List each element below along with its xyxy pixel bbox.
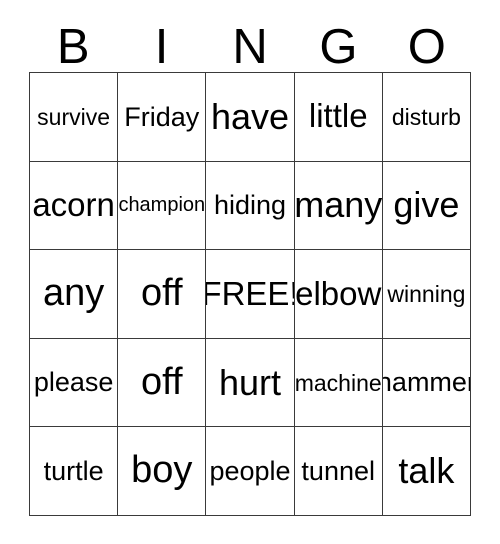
bingo-cell-label: people <box>209 456 291 486</box>
bingo-cell-label: hammer <box>383 367 470 398</box>
bingo-cell-o5[interactable]: talk <box>382 427 472 516</box>
bingo-cell-label: tunnel <box>301 456 375 486</box>
bingo-cell-g1[interactable]: little <box>294 73 383 162</box>
bingo-cell-label: any <box>42 272 105 315</box>
bingo-grid: survive Friday have little disturb acorn… <box>29 72 472 516</box>
bingo-header-letter-g: G <box>319 20 358 74</box>
bingo-card: B I N G O survive Friday have little dis… <box>0 0 500 544</box>
bingo-cell-label: turtle <box>43 456 104 486</box>
bingo-row: survive Friday have little disturb <box>30 73 472 162</box>
bingo-cell-label: off <box>141 360 183 403</box>
bingo-cell-n2[interactable]: hiding <box>206 161 295 251</box>
bingo-cell-free-space[interactable]: FREE! <box>206 250 295 339</box>
bingo-cell-label: disturb <box>391 103 461 130</box>
bingo-cell-b1[interactable]: survive <box>30 73 119 162</box>
bingo-cell-label: boy <box>131 449 193 492</box>
bingo-cell-label: winning <box>387 280 466 307</box>
bingo-cell-o2[interactable]: give <box>382 161 472 251</box>
bingo-row: any off FREE! elbow winning <box>30 250 472 339</box>
bingo-cell-label: survive <box>37 103 111 130</box>
bingo-cell-g3[interactable]: elbow <box>294 250 383 339</box>
bingo-row: please off hurt machine hammer <box>30 338 472 428</box>
bingo-cell-i1[interactable]: Friday <box>118 73 207 162</box>
bingo-row: acorn champion hiding many give <box>30 161 472 251</box>
bingo-cell-o3[interactable]: winning <box>382 250 472 339</box>
bingo-cell-label: off <box>141 272 183 315</box>
bingo-free-label: FREE! <box>206 274 295 312</box>
bingo-cell-b3[interactable]: any <box>30 250 119 339</box>
bingo-cell-label: talk <box>398 450 455 492</box>
bingo-header-letter-n: N <box>232 20 268 74</box>
bingo-cell-b2[interactable]: acorn <box>30 161 119 251</box>
bingo-header-letter-o: O <box>407 20 446 74</box>
bingo-cell-label: please <box>33 367 114 398</box>
bingo-cell-label: Friday <box>124 101 200 132</box>
bingo-cell-o1[interactable]: disturb <box>382 73 472 162</box>
bingo-cell-label: hurt <box>218 361 282 403</box>
bingo-cell-i4[interactable]: off <box>118 338 207 428</box>
bingo-cell-n5[interactable]: people <box>206 427 295 516</box>
bingo-cell-i5[interactable]: boy <box>118 427 207 516</box>
bingo-cell-label: little <box>308 97 368 135</box>
bingo-cell-label: hiding <box>213 190 287 221</box>
bingo-cell-label: many <box>294 184 383 226</box>
bingo-cell-label: elbow <box>295 274 382 312</box>
bingo-cell-label: have <box>210 95 290 137</box>
bingo-cell-label: champion <box>118 193 206 216</box>
bingo-cell-i2[interactable]: champion <box>118 161 207 251</box>
bingo-cell-label: machine <box>294 369 382 396</box>
bingo-row: turtle boy people tunnel talk <box>30 427 472 516</box>
bingo-header-letter-b: B <box>56 20 90 74</box>
bingo-header-row: B I N G O <box>29 18 471 72</box>
bingo-cell-g4[interactable]: machine <box>294 338 383 428</box>
bingo-cell-g2[interactable]: many <box>294 161 383 251</box>
bingo-cell-label: give <box>393 184 460 226</box>
bingo-cell-b5[interactable]: turtle <box>30 427 119 516</box>
bingo-cell-n4[interactable]: hurt <box>206 338 295 428</box>
bingo-header-letter-i: I <box>154 20 169 74</box>
bingo-cell-n1[interactable]: have <box>206 73 295 162</box>
bingo-cell-label: acorn <box>32 186 115 224</box>
bingo-cell-b4[interactable]: please <box>30 338 119 428</box>
bingo-cell-g5[interactable]: tunnel <box>294 427 383 516</box>
bingo-cell-i3[interactable]: off <box>118 250 207 339</box>
bingo-cell-o4[interactable]: hammer <box>382 338 472 428</box>
